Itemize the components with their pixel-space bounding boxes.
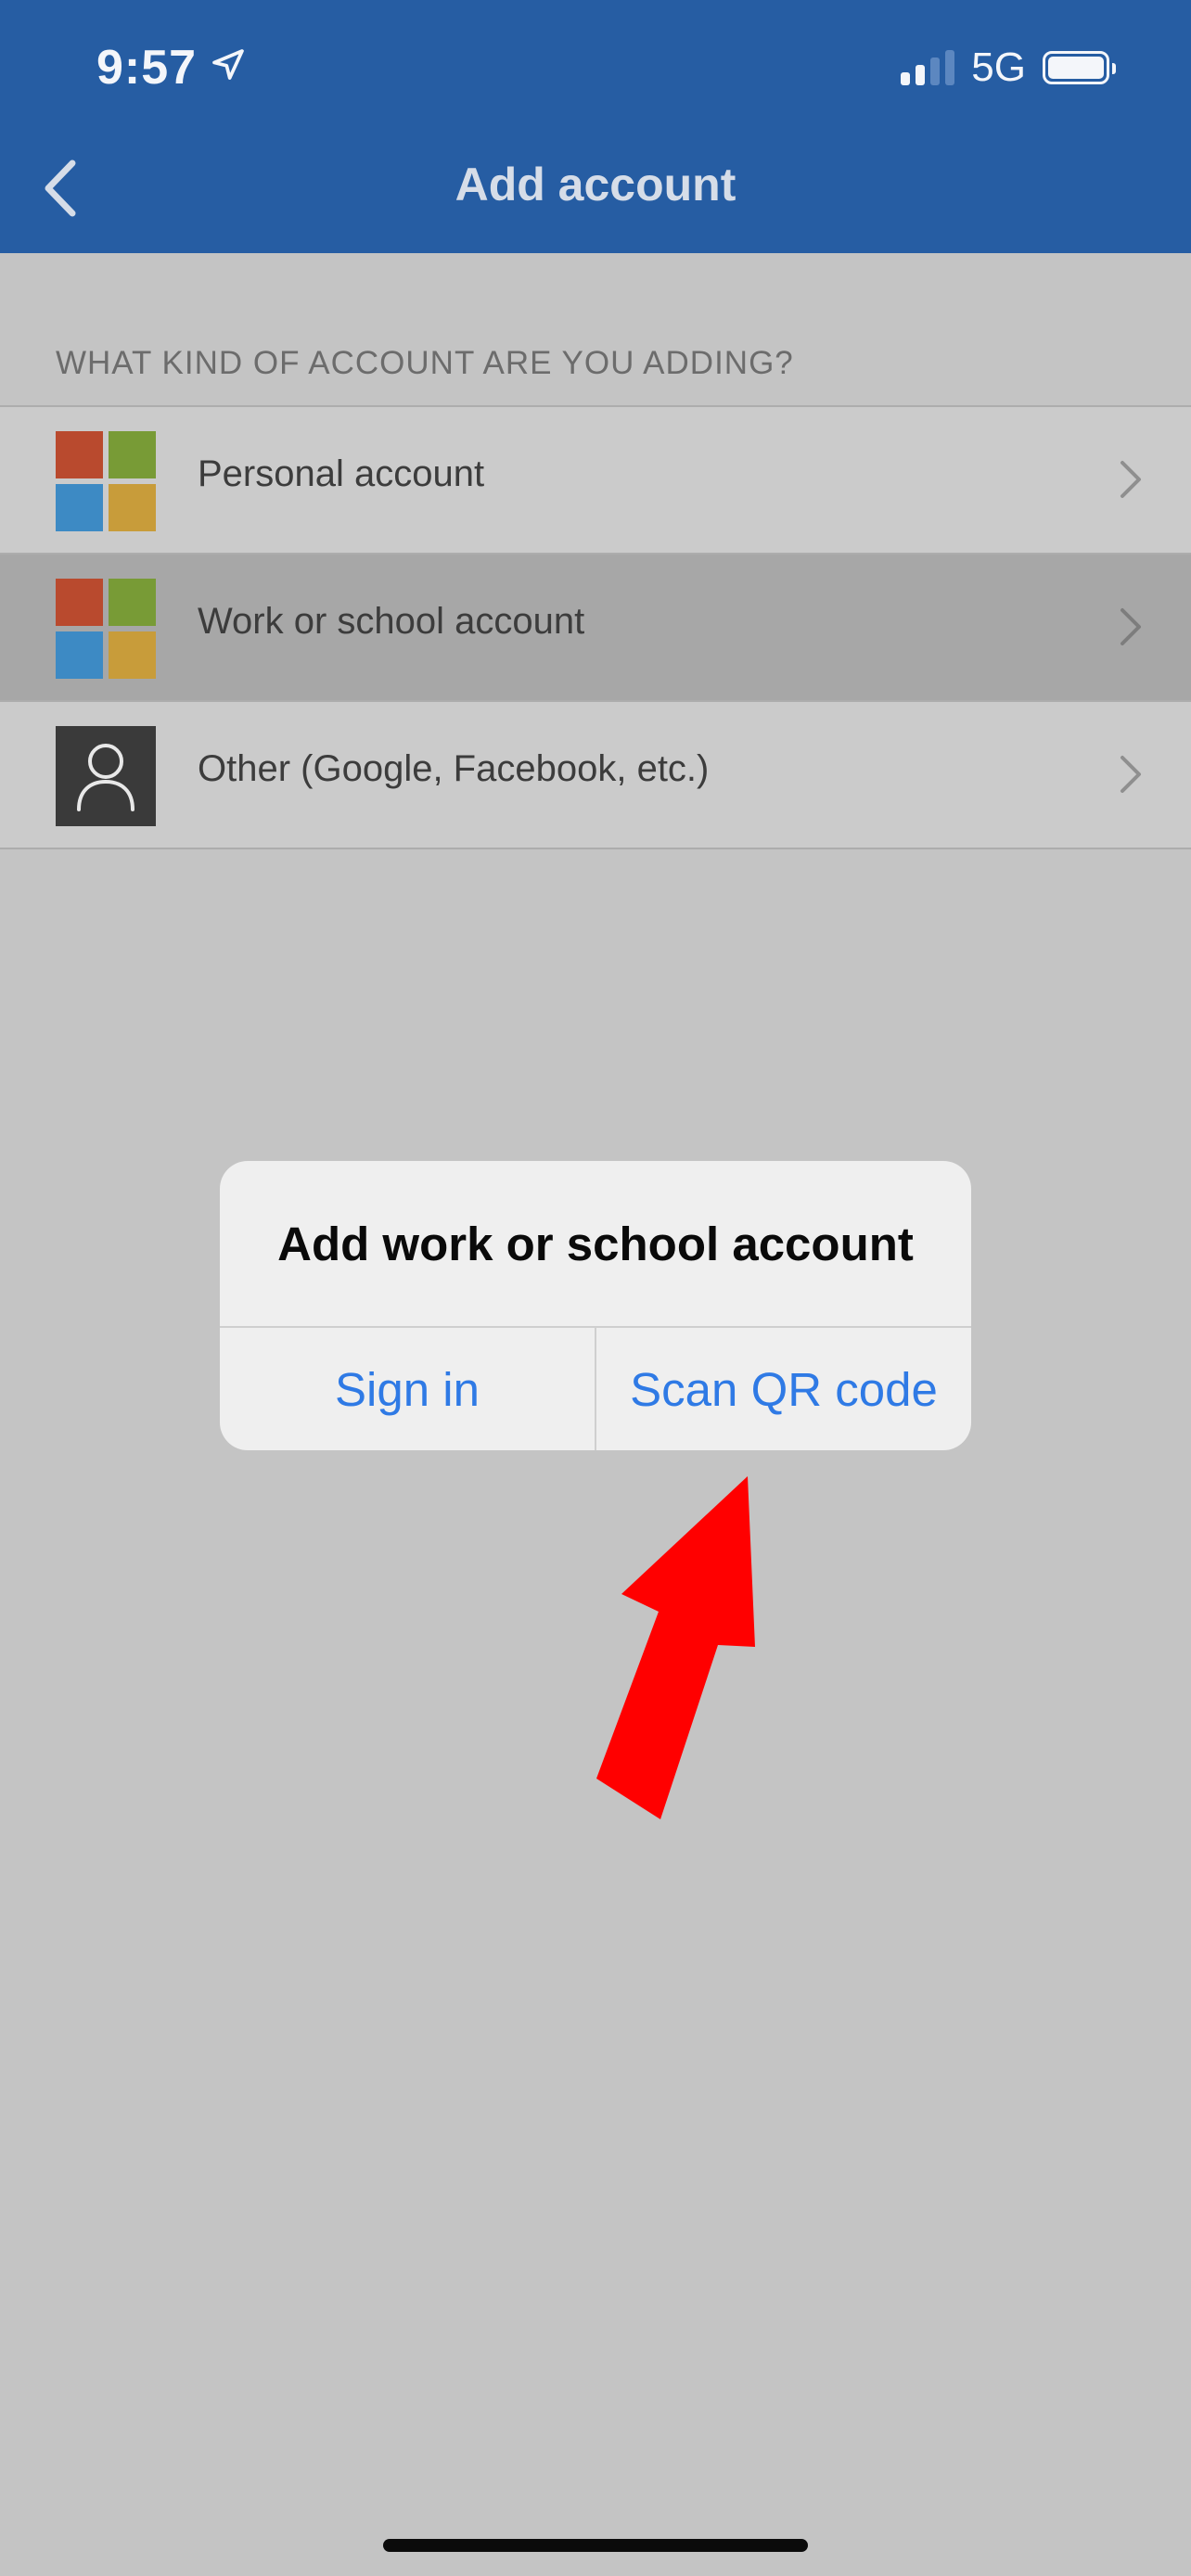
home-indicator[interactable] [383,2539,808,2552]
annotation-arrow-icon [596,1476,755,1819]
